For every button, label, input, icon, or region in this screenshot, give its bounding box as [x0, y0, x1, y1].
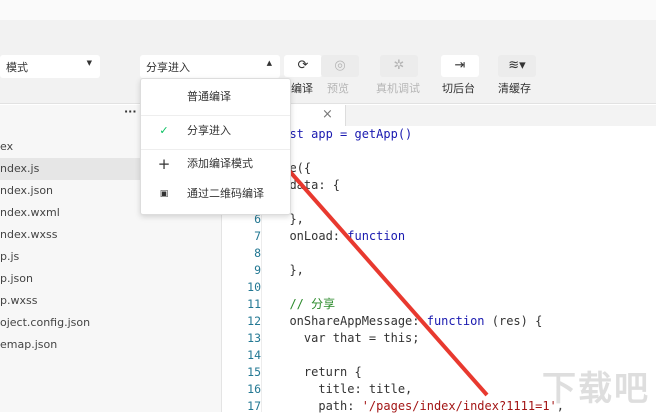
menu-item-add-compile-mode[interactable]: + 添加编译模式	[141, 149, 290, 179]
compile-mode-dropdown: 普通编译 ✓ 分享进入 + 添加编译模式 ▣ 通过二维码编译	[140, 78, 291, 215]
menu-item-qr-compile[interactable]: ▣ 通过二维码编译	[141, 179, 290, 209]
annotation-arrow	[242, 118, 489, 397]
menu-item-normal-compile[interactable]: 普通编译	[141, 82, 290, 112]
menu-item-label: 添加编译模式	[187, 157, 253, 170]
menu-item-label: 通过二维码编译	[187, 187, 264, 200]
menu-item-label: 分享进入	[187, 124, 231, 137]
plus-icon: +	[157, 155, 171, 173]
menu-item-share-entry[interactable]: ✓ 分享进入	[141, 116, 290, 146]
check-icon: ✓	[159, 124, 169, 137]
qr-code-icon: ▣	[159, 189, 169, 199]
watermark: 下载吧	[542, 369, 650, 409]
menu-item-label: 普通编译	[187, 90, 231, 103]
